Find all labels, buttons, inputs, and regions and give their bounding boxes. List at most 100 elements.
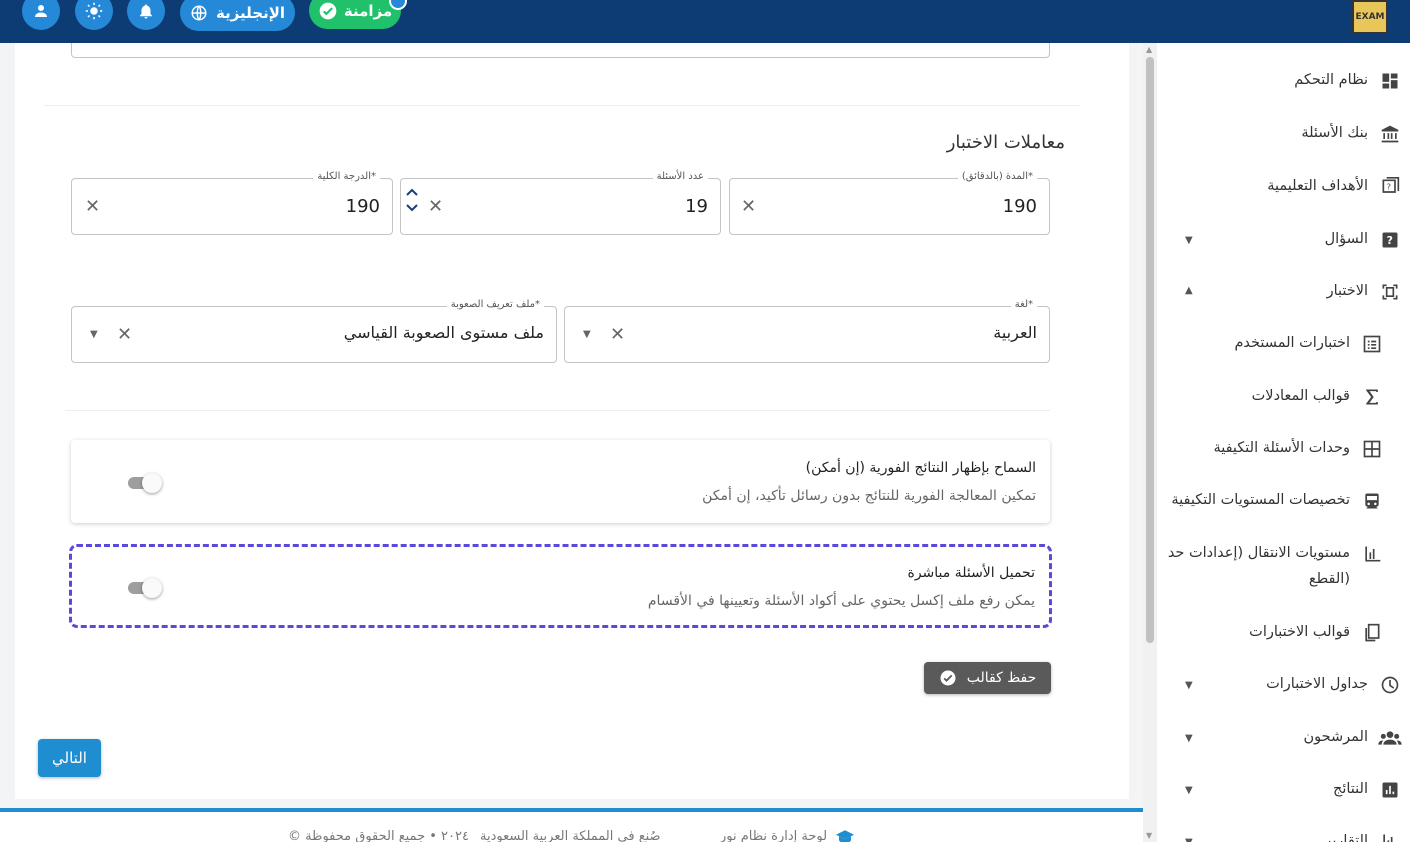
check-circle-icon: [940, 670, 956, 686]
direct-upload-title: تحميل الأسئلة مباشرة: [907, 565, 1035, 581]
scroll-down-icon[interactable]: ▼: [1146, 831, 1152, 840]
sidebar-item-label: وحدات الأسئلة التكيفية: [1213, 440, 1350, 456]
number-stepper[interactable]: [403, 187, 421, 213]
chevron-down-icon[interactable]: [405, 203, 419, 213]
toggle-thumb: [142, 578, 162, 598]
next-button[interactable]: التالي: [38, 739, 101, 777]
exam-icon: [1380, 282, 1400, 302]
instant-results-title: السماح بإظهار النتائج الفورية (إن أمكن): [805, 460, 1036, 476]
save-as-template-button[interactable]: حفظ كقالب: [924, 662, 1051, 694]
sidebar-item-adaptive-levels[interactable]: تخصيصات المستويات التكيفية: [1157, 488, 1410, 518]
app-logo[interactable]: EXAM: [1352, 0, 1388, 34]
sidebar-item-adaptive-units[interactable]: وحدات الأسئلة التكيفية: [1157, 436, 1410, 466]
main-scrollbar[interactable]: ▲ ▼: [1143, 43, 1157, 842]
svg-text:?: ?: [1387, 234, 1393, 247]
logo-text: EXAM: [1355, 12, 1385, 22]
footer: لوحة إدارة نظام نور صُنع في المملكة العر…: [0, 812, 1143, 842]
graduation-cap-icon: [836, 830, 854, 842]
sidebar-item-exam-templates[interactable]: قوالب الاختبارات: [1157, 620, 1410, 650]
language-value: العربية: [993, 323, 1037, 342]
sync-label: مزامنة: [343, 1, 393, 20]
questions-count-label: عدد الأسئلة: [652, 171, 708, 182]
clear-icon[interactable]: ✕: [85, 196, 100, 217]
chevron-up-icon[interactable]: [405, 187, 419, 197]
list-icon: [1362, 334, 1382, 354]
sidebar-item-dashboard[interactable]: نظام التحكم: [1157, 68, 1410, 98]
sidebar-item-user-exams[interactable]: اختبارات المستخدم: [1157, 331, 1410, 361]
clear-icon[interactable]: ✕: [741, 196, 756, 217]
duration-field[interactable]: المدة (بالدقائق)* 190 ✕: [729, 171, 1050, 235]
sidebar-item-question[interactable]: ▼ السؤال ?: [1157, 227, 1410, 257]
footer-brand[interactable]: لوحة إدارة نظام نور: [720, 829, 827, 842]
sidebar-item-candidates[interactable]: ▼ المرشحون: [1157, 725, 1410, 755]
total-degree-field[interactable]: الدرجة الكلية* 190 ✕: [71, 171, 393, 235]
direct-upload-card: تحميل الأسئلة مباشرة يمكن رفع ملف إكسل ي…: [69, 544, 1052, 628]
sigma-icon: [1362, 387, 1382, 407]
chevron-down-icon[interactable]: ▼: [1185, 785, 1193, 796]
sidebar-item-label: السؤال: [1324, 231, 1368, 247]
template-icon: [1362, 623, 1382, 643]
previous-field-edge: [71, 43, 1050, 58]
bell-icon: [140, 4, 152, 19]
sidebar-item-equation-templates[interactable]: قوالب المعادلات: [1157, 384, 1410, 414]
clear-icon[interactable]: ✕: [610, 324, 625, 345]
chevron-up-icon[interactable]: ▲: [1185, 285, 1193, 296]
theme-toggle-button[interactable]: [75, 0, 113, 30]
sync-button[interactable]: مزامنة: [309, 0, 401, 29]
clear-icon[interactable]: ✕: [428, 196, 443, 217]
dashboard-icon: [1380, 71, 1400, 91]
language-switch-button[interactable]: الإنجليزية: [180, 0, 295, 31]
dropdown-arrow-icon[interactable]: ▼: [90, 329, 98, 340]
objectives-icon: ?: [1380, 177, 1400, 197]
chevron-down-icon[interactable]: ▼: [1185, 733, 1193, 744]
save-template-label: حفظ كقالب: [966, 670, 1037, 686]
scroll-thumb[interactable]: [1146, 57, 1154, 643]
sidebar-item-reports[interactable]: ▼ التقارير: [1157, 829, 1410, 842]
total-degree-value: 190: [345, 196, 380, 217]
chevron-down-icon[interactable]: ▼: [1185, 837, 1193, 842]
instant-results-description: تمكين المعالجة الفورية للنتائج بدون رسائ…: [702, 488, 1036, 504]
sidebar-item-exam-schedules[interactable]: ▼ جداول الاختبارات: [1157, 672, 1410, 702]
bar-chart-icon: [1362, 544, 1382, 564]
toggle-thumb: [142, 473, 162, 493]
clear-icon[interactable]: ✕: [117, 324, 132, 345]
sidebar-item-objectives[interactable]: الأهداف التعليمية ?: [1157, 174, 1410, 204]
sidebar-item-results[interactable]: ▼ النتائج: [1157, 777, 1410, 807]
difficulty-profile-select[interactable]: ملف تعريف الصعوبة* ملف مستوى الصعوبة الق…: [71, 299, 557, 363]
chevron-down-icon[interactable]: ▼: [1185, 680, 1193, 691]
chevron-down-icon[interactable]: ▼: [1185, 235, 1193, 246]
sidebar-item-label: مستويات الانتقال (إعدادات حد: [1167, 545, 1350, 561]
sidebar-item-cut-levels[interactable]: مستويات الانتقال (إعدادات حد القطع): [1157, 541, 1410, 595]
dropdown-arrow-icon[interactable]: ▼: [583, 329, 591, 340]
sidebar-item-label: اختبارات المستخدم: [1234, 335, 1350, 351]
footer-made-in: صُنع في المملكة العربية السعودية: [480, 829, 661, 842]
section-title: معاملات الاختبار: [946, 132, 1065, 153]
section-divider: [44, 105, 1080, 106]
train-icon: [1362, 491, 1382, 511]
questions-count-value: 19: [685, 196, 708, 217]
notifications-button[interactable]: [127, 0, 165, 30]
sidebar-item-label: الاختبار: [1326, 283, 1368, 299]
report-icon: [1380, 832, 1400, 842]
sidebar-item-label: جداول الاختبارات: [1266, 676, 1368, 692]
next-label: التالي: [52, 749, 87, 767]
sidebar-item-label: قوالب المعادلات: [1251, 388, 1350, 404]
direct-upload-toggle[interactable]: [126, 578, 162, 598]
sidebar-item-label: بنك الأسئلة: [1301, 125, 1368, 141]
sidebar-item-label: الأهداف التعليمية: [1267, 178, 1368, 194]
instant-results-toggle[interactable]: [126, 473, 162, 493]
scroll-up-icon[interactable]: ▲: [1146, 45, 1152, 54]
duration-value: 190: [1002, 196, 1037, 217]
user-profile-button[interactable]: [22, 0, 60, 30]
footer-rights: © ٢٠٢٤ • جميع الحقوق محفوظة: [288, 829, 469, 842]
sun-icon: [85, 2, 103, 20]
grid-icon: [1362, 439, 1382, 459]
questions-count-field[interactable]: عدد الأسئلة 19 ✕: [400, 171, 721, 235]
sidebar-item-label-line2: القطع): [1308, 571, 1350, 587]
sidebar-item-exam[interactable]: ▲ الاختبار: [1157, 279, 1410, 309]
sidebar-item-question-bank[interactable]: بنك الأسئلة: [1157, 121, 1410, 151]
check-circle-icon: [319, 2, 337, 19]
exam-form-card: معاملات الاختبار الدرجة الكلية* 190 ✕ عد…: [15, 43, 1129, 799]
direct-upload-description: يمكن رفع ملف إكسل يحتوي على أكواد الأسئل…: [647, 593, 1035, 609]
language-select[interactable]: لغة* العربية ✕ ▼: [564, 299, 1050, 363]
